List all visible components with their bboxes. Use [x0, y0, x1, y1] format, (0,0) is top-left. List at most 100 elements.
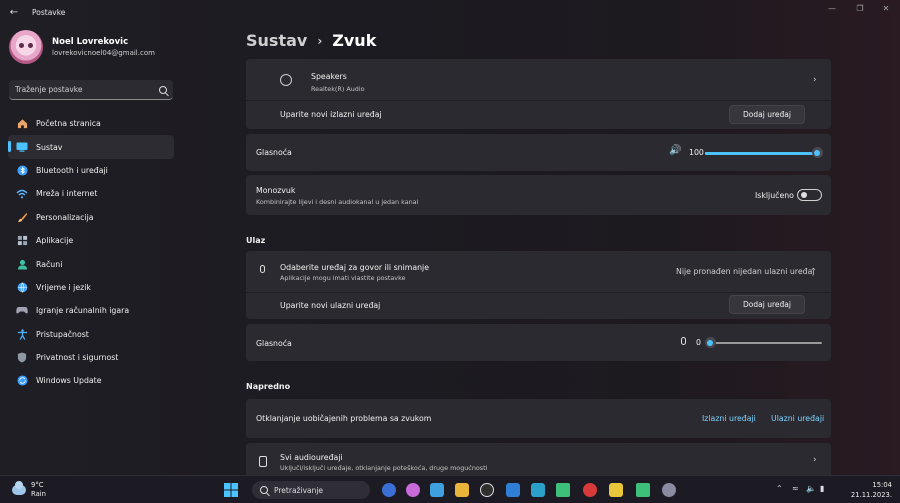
copilot-icon[interactable]: [406, 483, 420, 497]
close-button[interactable]: ✕: [872, 0, 900, 16]
sidebar-item-apps[interactable]: Aplikacije: [8, 229, 174, 252]
add-input-device-button[interactable]: Dodaj uređaj: [729, 295, 805, 314]
add-output-device-button[interactable]: Dodaj uređaj: [729, 105, 805, 124]
input-volume-card: Glasnoća 0: [246, 324, 831, 361]
sidebar-item-time-language[interactable]: Vrijeme i jezik: [8, 276, 174, 299]
weather-widget[interactable]: 9°C Rain: [12, 481, 46, 499]
sidebar-item-label: Sustav: [36, 142, 63, 152]
system-icon: [16, 141, 28, 153]
back-arrow-icon[interactable]: ←: [2, 0, 26, 24]
output-volume-value: 100: [689, 148, 704, 157]
sidebar-item-system[interactable]: Sustav: [8, 135, 174, 159]
chevron-up-icon[interactable]: ›: [809, 267, 819, 271]
taskbar: 9°C Rain Pretraživanje ⌃ ≈ 🔈 ▮ 15:04 21.…: [0, 475, 900, 503]
photos-icon[interactable]: [531, 483, 545, 497]
input-volume-slider[interactable]: [704, 337, 716, 348]
sidebar-item-network[interactable]: Mreža i internet: [8, 182, 174, 205]
file-explorer-icon[interactable]: [455, 483, 469, 497]
chevron-up-icon[interactable]: ⌃: [776, 484, 783, 493]
user-profile[interactable]: Noel Lovrekovic lovrekovicnoel04@gmail.c…: [9, 30, 155, 64]
store-icon[interactable]: [430, 483, 444, 497]
input-section-title: Ulaz: [246, 236, 266, 245]
app-icon[interactable]: [480, 483, 494, 497]
breadcrumb: Sustav › Zvuk: [246, 31, 376, 50]
search-icon: [260, 486, 268, 494]
volume-icon[interactable]: 🔈: [806, 484, 816, 493]
taskbar-search[interactable]: Pretraživanje: [252, 481, 370, 499]
page-title: Zvuk: [332, 31, 377, 50]
sidebar-item-label: Bluetooth i uređaji: [36, 165, 108, 175]
gamepad-icon: [16, 305, 28, 317]
sidebar-item-gaming[interactable]: Igranje računalnih igara: [8, 299, 174, 322]
mono-audio-toggle[interactable]: [797, 189, 822, 201]
input-volume-track[interactable]: [710, 342, 822, 344]
minimize-button[interactable]: —: [818, 0, 846, 16]
sidebar-item-personalization[interactable]: Personalizacija: [8, 206, 174, 229]
all-audio-devices-subtitle: Uključi/isključi uređaje, otklanjanje po…: [280, 464, 488, 472]
sidebar-item-home[interactable]: Početna stranica: [8, 112, 174, 135]
mail-icon[interactable]: [506, 483, 520, 497]
app-title: Postavke: [32, 7, 66, 17]
sidebar-item-privacy[interactable]: Privatnost i sigurnost: [8, 346, 174, 369]
choose-input-row[interactable]: Odaberite uređaj za govor ili snimanje A…: [246, 251, 831, 291]
speaker-icon[interactable]: 🔊: [669, 145, 681, 156]
wifi-icon: [16, 188, 28, 200]
microphone-icon[interactable]: [681, 337, 686, 345]
update-icon: [16, 375, 28, 387]
clock-time: 15:04: [872, 481, 892, 489]
chevron-right-icon[interactable]: ›: [813, 455, 817, 465]
title-bar: ← Postavke: [0, 0, 900, 24]
sidebar-item-windows-update[interactable]: Windows Update: [8, 369, 174, 392]
input-volume-label: Glasnoća: [256, 339, 292, 348]
troubleshoot-card: Otklanjanje uobičajenih problema sa zvuk…: [246, 399, 831, 438]
all-audio-devices-label: Svi audiouređaji: [280, 453, 343, 462]
output-volume-card: Glasnoća 🔊 100: [246, 134, 831, 171]
maximize-button[interactable]: ❐: [846, 0, 874, 16]
input-device-card: Odaberite uređaj za govor ili snimanje A…: [246, 251, 831, 319]
sidebar-item-label: Pristupačnost: [36, 329, 89, 339]
radio-button[interactable]: [280, 74, 292, 86]
search-input[interactable]: [15, 85, 159, 94]
meet-icon[interactable]: [382, 483, 396, 497]
choose-input-label: Odaberite uređaj za govor ili snimanje: [280, 263, 430, 272]
settings-search: [9, 80, 173, 100]
mono-audio-subtitle: Kombinirajte lijevi i desni audiokanal u…: [256, 198, 419, 206]
device-subtitle: Realtek(R) Audio: [311, 85, 365, 93]
sidebar-item-label: Personalizacija: [36, 212, 94, 222]
vpn-icon[interactable]: [609, 483, 623, 497]
windows-start-icon[interactable]: [224, 483, 238, 500]
cloud-rain-icon: [12, 481, 26, 495]
input-devices-link[interactable]: Ulazni uređaji: [771, 414, 824, 423]
sidebar-item-label: Aplikacije: [36, 236, 74, 246]
breadcrumb-parent[interactable]: Sustav: [246, 31, 307, 50]
system-clock[interactable]: 15:04 21.11.2023.: [851, 480, 892, 500]
weather-condition: Rain: [31, 490, 46, 498]
sidebar-item-label: Vrijeme i jezik: [36, 282, 91, 292]
bluetooth-icon: [16, 164, 28, 176]
app-icon[interactable]: [636, 483, 650, 497]
sidebar-item-bluetooth[interactable]: Bluetooth i uređaji: [8, 159, 174, 182]
sidebar-item-accounts[interactable]: Računi: [8, 252, 174, 275]
output-devices-link[interactable]: Izlazni uređaji: [702, 414, 756, 423]
speakers-row[interactable]: Speakers Realtek(R) Audio ›: [246, 59, 831, 99]
output-volume-slider[interactable]: [811, 147, 823, 158]
wifi-icon[interactable]: ≈: [792, 484, 799, 493]
all-audio-devices-row[interactable]: Svi audiouređaji Uključi/isključi uređaj…: [246, 443, 831, 475]
sidebar-item-label: Igranje računalnih igara: [36, 306, 130, 316]
account-icon: [16, 258, 28, 270]
chevron-right-icon[interactable]: ›: [813, 75, 817, 85]
battery-icon[interactable]: ▮: [820, 484, 824, 493]
clock-date: 21.11.2023.: [850, 491, 892, 499]
search-icon[interactable]: [159, 85, 167, 94]
mono-audio-label: Monozvuk: [256, 186, 296, 195]
app-icon[interactable]: [583, 483, 597, 497]
chevron-right-icon: ›: [317, 33, 323, 48]
sidebar-item-label: Početna stranica: [36, 119, 101, 129]
app-icon[interactable]: [556, 483, 570, 497]
profile-email: lovrekovicnoel04@gmail.com: [52, 49, 155, 57]
sidebar-item-label: Windows Update: [36, 376, 102, 386]
settings-gear-icon[interactable]: [662, 483, 676, 497]
device-name: Speakers: [311, 72, 347, 81]
advanced-section-title: Napredno: [246, 382, 291, 391]
sidebar-item-accessibility[interactable]: Pristupačnost: [8, 323, 174, 346]
